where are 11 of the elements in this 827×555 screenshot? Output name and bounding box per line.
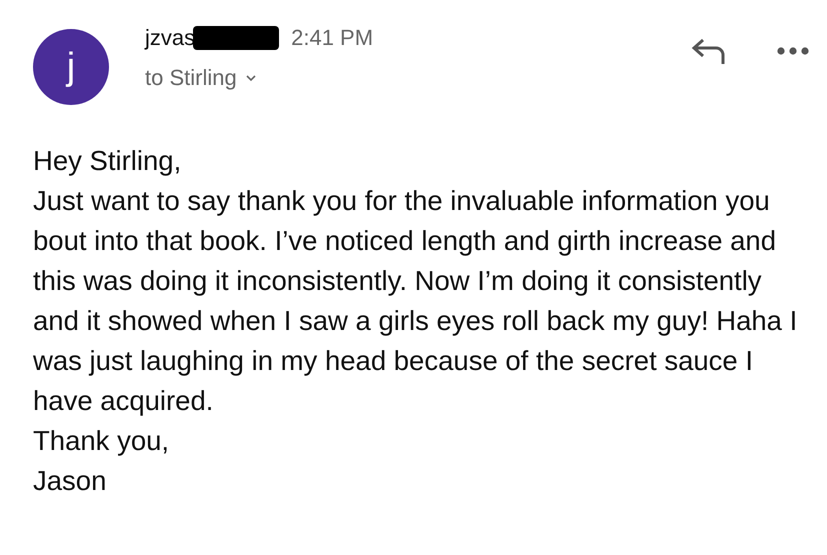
message-text: Jason [33,464,108,498]
chevron-down-icon[interactable] [244,74,257,82]
avatar: j [33,29,109,105]
message-text: Just want to say thank you for the invaluable information you bout into that book. I’ve noticed length and girth increase and this was doing it inconsistently. Now I’m doing it consistently and it showed when I saw a girls eyes roll back my guy! Haha I was just laughing in my head because of the secret sauce I have acquired. [33,184,798,418]
recipient-label[interactable]: to Stirling [145,65,237,91]
message-text: Thank you, [33,424,170,458]
reply-icon[interactable] [691,37,727,65]
more-icon[interactable] [777,47,809,55]
message-text: Hey Stirling, [33,144,182,178]
sender-name: jzvas [145,25,196,51]
message-time: 2:41 PM [291,25,374,51]
